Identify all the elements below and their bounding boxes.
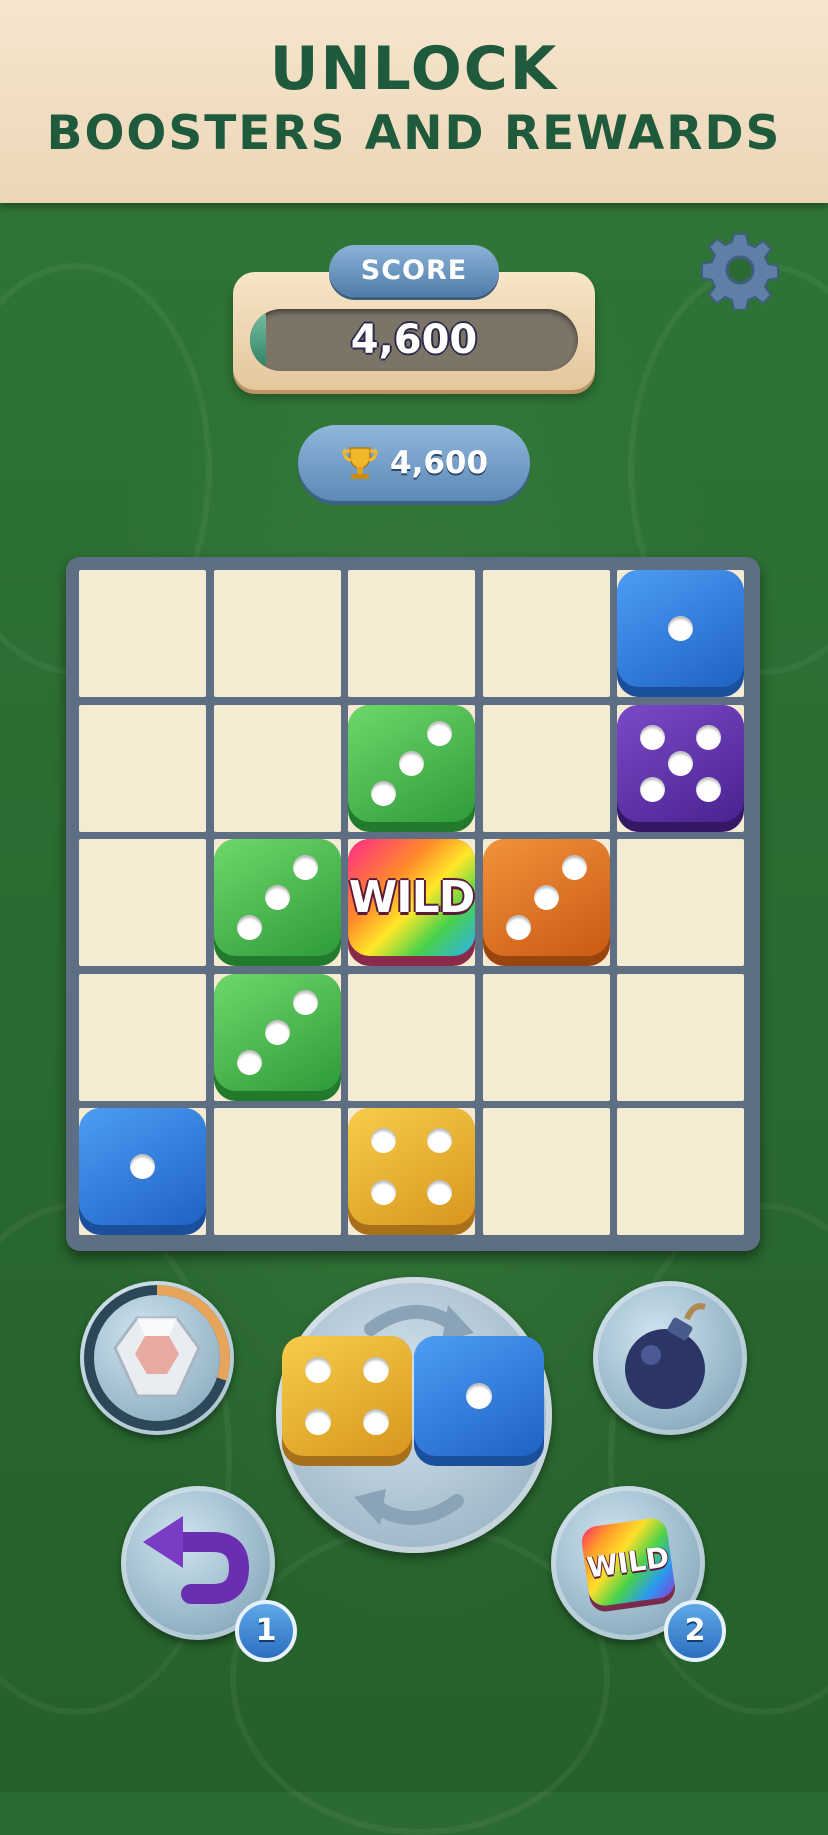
green-die-3[interactable] bbox=[214, 839, 341, 966]
die-face bbox=[282, 1336, 412, 1456]
die-pip bbox=[265, 1020, 290, 1045]
die-face bbox=[617, 705, 744, 822]
die-pip bbox=[534, 885, 559, 910]
blue-die-1[interactable] bbox=[617, 570, 744, 697]
die-pip bbox=[293, 855, 318, 880]
blue-die-1[interactable] bbox=[79, 1108, 206, 1235]
score-label: SCORE bbox=[329, 245, 499, 297]
die-pip bbox=[668, 616, 693, 641]
die-pip bbox=[371, 1128, 396, 1153]
die-face bbox=[483, 839, 610, 956]
die-face bbox=[414, 1336, 544, 1456]
die-pip bbox=[371, 1180, 396, 1205]
die-pip bbox=[668, 751, 693, 776]
board-cell[interactable] bbox=[483, 974, 610, 1101]
board-cell[interactable] bbox=[79, 839, 206, 966]
wild-die[interactable]: WILD bbox=[348, 839, 475, 966]
banner-subtitle: BOOSTERS AND REWARDS bbox=[46, 106, 782, 161]
die-pip bbox=[466, 1383, 492, 1409]
yellow-die-4[interactable] bbox=[282, 1336, 412, 1466]
die-pip bbox=[696, 725, 721, 750]
die-face bbox=[348, 1108, 475, 1225]
bomb-icon bbox=[625, 1303, 706, 1409]
diamond-booster-button[interactable] bbox=[80, 1281, 234, 1435]
die-face bbox=[617, 570, 744, 687]
board-cell[interactable] bbox=[214, 570, 341, 697]
gear-icon[interactable] bbox=[700, 230, 780, 310]
die-pip bbox=[640, 777, 665, 802]
promo-banner: UNLOCK BOOSTERS AND REWARDS bbox=[0, 0, 828, 203]
board-cell[interactable] bbox=[79, 974, 206, 1101]
die-pip bbox=[399, 751, 424, 776]
die-pip bbox=[371, 781, 396, 806]
board-cell[interactable] bbox=[348, 570, 475, 697]
score-value: 4,600 bbox=[350, 317, 478, 363]
wild-die-icon: WILD bbox=[579, 1516, 677, 1608]
die-face: WILD bbox=[348, 839, 475, 956]
best-score-value: 4,600 bbox=[390, 445, 489, 481]
die-pip bbox=[237, 915, 262, 940]
yellow-die-4[interactable] bbox=[348, 1108, 475, 1235]
purple-die-5[interactable] bbox=[617, 705, 744, 832]
die-pip bbox=[427, 721, 452, 746]
green-die-3[interactable] bbox=[214, 974, 341, 1101]
die-pip bbox=[427, 1128, 452, 1153]
banner-title: UNLOCK bbox=[269, 34, 559, 104]
board-cell[interactable] bbox=[617, 974, 744, 1101]
die-pip bbox=[640, 725, 665, 750]
board-cell[interactable] bbox=[617, 839, 744, 966]
die-pip bbox=[562, 855, 587, 880]
trophy-icon bbox=[342, 447, 378, 479]
wild-count-badge: 2 bbox=[664, 1600, 726, 1662]
board-cell[interactable] bbox=[79, 705, 206, 832]
wild-label: WILD bbox=[348, 872, 475, 923]
die-pip bbox=[130, 1154, 155, 1179]
die-pip bbox=[696, 777, 721, 802]
die-pip bbox=[237, 1050, 262, 1075]
orange-die-3[interactable] bbox=[483, 839, 610, 966]
die-face bbox=[79, 1108, 206, 1225]
die-pip bbox=[293, 990, 318, 1015]
board-cell[interactable] bbox=[483, 1108, 610, 1235]
die-pip bbox=[506, 915, 531, 940]
game-board: WILD bbox=[66, 557, 760, 1251]
blue-die-1[interactable] bbox=[414, 1336, 544, 1466]
board-cell[interactable] bbox=[617, 1108, 744, 1235]
die-face bbox=[348, 705, 475, 822]
die-pip bbox=[363, 1409, 389, 1435]
wild-booster-label: WILD bbox=[584, 1539, 672, 1585]
die-face bbox=[214, 974, 341, 1091]
die-pip bbox=[363, 1357, 389, 1383]
undo-count-badge: 1 bbox=[235, 1600, 297, 1662]
die-pip bbox=[427, 1180, 452, 1205]
green-die-3[interactable] bbox=[348, 705, 475, 832]
diamond-icon bbox=[113, 1316, 201, 1398]
board-cell[interactable] bbox=[348, 974, 475, 1101]
board-cell[interactable] bbox=[214, 705, 341, 832]
board-cell[interactable] bbox=[483, 570, 610, 697]
board-cell[interactable] bbox=[483, 705, 610, 832]
score-progress-bar: 4,600 bbox=[250, 309, 578, 371]
board-cell[interactable] bbox=[214, 1108, 341, 1235]
board-cell[interactable] bbox=[79, 570, 206, 697]
bomb-booster-button[interactable] bbox=[593, 1281, 747, 1435]
die-face bbox=[214, 839, 341, 956]
die-pip bbox=[305, 1409, 331, 1435]
die-pip bbox=[305, 1357, 331, 1383]
die-pip bbox=[265, 885, 290, 910]
best-score-pill: 4,600 bbox=[298, 425, 530, 501]
